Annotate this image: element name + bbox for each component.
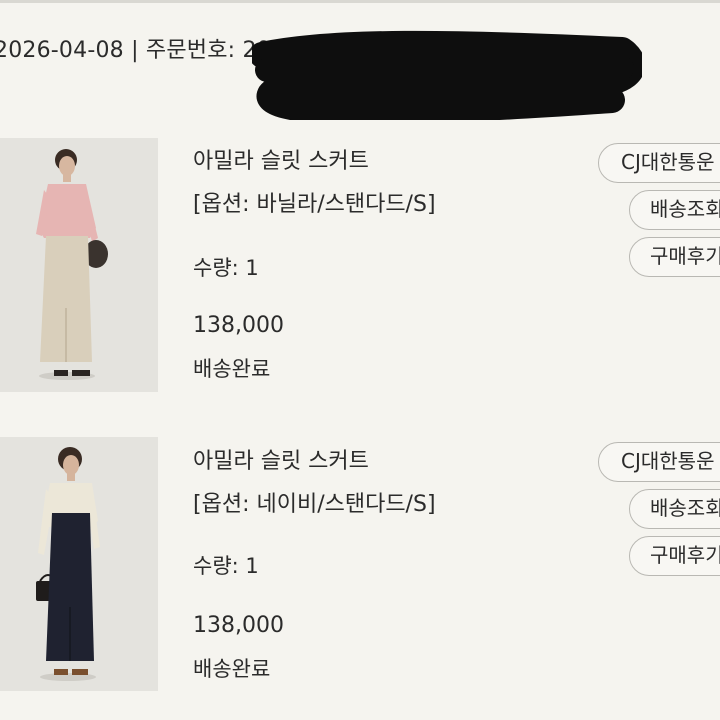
write-review-button[interactable]: 구매후기 bbox=[629, 536, 720, 576]
product-option: [옵션: 바닐라/스탠다드/S] bbox=[193, 192, 436, 217]
product-price: 138,000 bbox=[193, 313, 284, 338]
courier-button[interactable]: CJ대한통운 bbox=[598, 143, 720, 183]
track-delivery-button[interactable]: 배송조회 bbox=[629, 190, 720, 230]
product-option: [옵션: 네이비/스탠다드/S] bbox=[193, 492, 436, 517]
product-image[interactable] bbox=[0, 437, 158, 691]
header-separator: | bbox=[131, 38, 139, 63]
product-name[interactable]: 아밀라 슬릿 스커트 bbox=[193, 143, 369, 175]
product-price: 138,000 bbox=[193, 613, 284, 638]
product-quantity: 수량: 1 bbox=[193, 554, 259, 578]
order-date: 2026-04-08 bbox=[0, 38, 124, 63]
delivery-status: 배송완료 bbox=[193, 657, 271, 681]
delivery-status: 배송완료 bbox=[193, 357, 271, 381]
product-image[interactable] bbox=[0, 138, 158, 392]
product-quantity: 수량: 1 bbox=[193, 256, 259, 280]
courier-button[interactable]: CJ대한통운 bbox=[598, 442, 720, 482]
redaction-scribble bbox=[252, 30, 642, 120]
product-name[interactable]: 아밀라 슬릿 스커트 bbox=[193, 443, 369, 475]
write-review-button[interactable]: 구매후기 bbox=[629, 237, 720, 277]
order-number-label: 주문번호: bbox=[145, 38, 236, 63]
top-divider bbox=[0, 0, 720, 3]
track-delivery-button[interactable]: 배송조회 bbox=[629, 489, 720, 529]
